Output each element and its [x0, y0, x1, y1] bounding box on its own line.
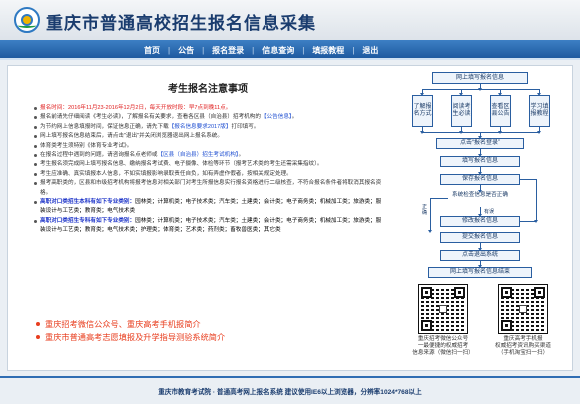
flow-connector	[520, 179, 536, 180]
phone-qr-caption: 重庆高考手机报 权威招考资讯购买渠道 （手机淘宝扫一扫）	[495, 336, 551, 356]
list-item: 报名时间：2016年11月23-2016年12月2日，每天开放时段：早7点到晚1…	[34, 104, 386, 113]
notice-text: 为节约网上信息填报时间，保证信息正确，请先下载	[40, 123, 169, 130]
flow-connector	[498, 89, 502, 96]
flow-label-error: 有误	[484, 209, 495, 215]
flow-connector	[537, 89, 541, 96]
announcement-link[interactable]: 【公告信息】	[261, 114, 292, 120]
flow-step-fill-info: 填写报名信息	[440, 156, 520, 167]
notice-list: 报名时间：2016年11月23-2016年12月2日，每天开放时段：早7点到晚1…	[34, 104, 386, 236]
logo-wave-icon	[18, 23, 36, 28]
registration-time-value: 2016年11月23-2016年12月2日，每天开放时段：早7点到晚11点。	[67, 105, 232, 111]
category-heading: 高职对口类招生本科有如下专业类别：	[40, 199, 136, 206]
flow-step-check-notice: 查看区县公告	[490, 95, 511, 127]
content-panel: 考生报名注意事项 报名时间：2016年11月23-2016年12月2日，每天开放…	[7, 65, 573, 371]
phone-qr-code	[498, 284, 548, 334]
flow-connector	[430, 198, 448, 199]
notice-text: 在报名过程中遇到的问题，请咨询报名点老师或	[40, 152, 158, 159]
list-item: 网上填写报名信息结束后，请点击"退出"并关闭浏览器退出网上报名系统。	[34, 132, 386, 141]
footer-text: 重庆市教育考试院 · 普通高考网上报名系统 建议使用IE6以上浏览器，分辨率10…	[158, 389, 422, 396]
wechat-qr-code	[418, 284, 468, 334]
flow-connector	[537, 127, 541, 134]
list-item: 高职对口类招生本科有如下专业类别：园林类；计算机类；电子技术类；汽车类；土建类；…	[34, 198, 386, 217]
list-item: 体育类考生须特别《体育专业考试》。	[34, 142, 386, 151]
qr-finder-icon	[501, 287, 512, 298]
flow-step-read-guide: 阅读考生必读	[451, 95, 472, 127]
nav-home[interactable]: 首页	[136, 45, 168, 56]
notice-text: 。	[291, 114, 298, 121]
flow-connector	[478, 132, 482, 139]
flow-connector	[459, 89, 463, 96]
flow-connector	[420, 89, 424, 96]
flow-step-submit-info: 提交报名信息	[440, 232, 520, 243]
nav-exit[interactable]: 退出	[354, 45, 386, 56]
list-item: 考生应准确、真实填报本人信息，不如实填报影响录取责任自负，如有弄虚作假者，按相关…	[34, 170, 386, 179]
flow-step-learn-method: 了解报名方式	[412, 95, 433, 127]
flow-connector	[478, 207, 482, 217]
notice-text: 。	[238, 152, 245, 159]
flow-step-modify-info: 修改报名信息	[440, 216, 520, 227]
notice-title: 考生报名注意事项	[168, 84, 248, 95]
list-item: 为节约网上信息填报时间，保证信息正确，请先下载【报名信息要求2017版】打印填写…	[34, 123, 386, 132]
flow-connector	[478, 84, 482, 91]
list-item: 考生报名须完成网上填写报名信息、缴纳报名考试费、电子摄像、体检等环节（报考艺术类…	[34, 160, 386, 169]
nav-tutorial[interactable]: 填报教程	[304, 45, 352, 56]
flow-step-exit-system: 点击退出系统	[440, 250, 520, 261]
flow-connector	[422, 132, 540, 133]
list-item: 高职对口类招生专科有如下专业类别：园林类；计算机类；电子技术类；汽车类；土建类；…	[34, 217, 386, 236]
flow-label-correct: 正确	[422, 204, 428, 216]
nav-query[interactable]: 信息查询	[254, 45, 302, 56]
list-item: 报考高职类的，区县和市级招考机构将报考信息对相关部门对考生所报信息实行报名资格进…	[34, 179, 386, 198]
list-item: 报名前请先仔细阅读《考生必读》，了解报名有关要求，查看各区县（自治县）招考机构的…	[34, 113, 386, 122]
qr-finder-icon	[421, 287, 432, 298]
list-item: 在报名过程中遇到的问题，请咨询报名点老师或【区县（自治县）招生考试机构】。	[34, 151, 386, 160]
registration-time-label: 报名时间：	[40, 105, 68, 111]
site-title: 重庆市普通高校招生报名信息采集	[46, 14, 316, 34]
flow-step-finish: 网上填写报名信息结束	[428, 267, 532, 278]
flow-connector	[478, 149, 482, 157]
wechat-qr-caption: 重庆招考微信公众号 一最便捷的权威招考 信息来源（微信扫一扫）	[412, 336, 474, 356]
flow-connector	[478, 243, 482, 251]
flow-connector	[498, 127, 502, 134]
flow-step-online-fill: 网上填写报名信息	[432, 72, 528, 84]
main-nav: 首页 | 公告 | 报名登录 | 信息查询 | 填报教程 | 退出	[0, 40, 580, 60]
volunteer-system-link[interactable]: 重庆市普通高考志愿填报及升学指导测验系统简介	[36, 331, 225, 344]
notice-text: 报名前请先仔细阅读《考生必读》，了解报名有关要求，查看各区县（自治县）招考机构的	[40, 114, 261, 121]
flow-step-click-login: 点击“报名登录”	[436, 138, 524, 149]
qr-wechat-block: 重庆招考微信公众号 一最便捷的权威招考 信息来源（微信扫一扫）	[408, 284, 478, 357]
nav-login[interactable]: 报名登录	[204, 45, 252, 56]
registration-flowchart: 网上填写报名信息 了解报名方式 阅读考生必读 查看区县公告 学习填报教程 点击“…	[408, 68, 568, 278]
qr-finder-icon	[454, 287, 465, 298]
flow-connector	[534, 179, 538, 223]
exam-office-link[interactable]: 【区县（自治县）招生考试机构】	[157, 152, 238, 158]
form-download-link[interactable]: 【报名信息要求2017版】	[169, 124, 232, 130]
category-heading: 高职对口类招生专科有如下专业类别：	[40, 217, 136, 224]
flow-connector	[459, 127, 463, 134]
flow-connector	[478, 167, 482, 175]
bottom-links: 重庆招考微信公众号、重庆高考手机报简介 重庆市普通高考志愿填报及升学指导测验系统…	[36, 318, 225, 344]
page-footer: 重庆市教育考试院 · 普通高考网上报名系统 建议使用IE6以上浏览器，分辨率10…	[0, 376, 580, 404]
nav-announcement[interactable]: 公告	[170, 45, 202, 56]
qr-logo-icon	[439, 305, 447, 313]
flow-connector	[420, 127, 424, 134]
flow-connector	[478, 185, 482, 193]
flow-decision-check: 系统检查信息是否正确	[452, 192, 508, 198]
footer-divider	[0, 376, 580, 378]
flow-connector	[428, 198, 432, 233]
qr-logo-icon	[519, 305, 527, 313]
site-logo	[14, 7, 40, 33]
qr-phone-block: 重庆高考手机报 权威招考资讯购买渠道 （手机淘宝扫一扫）	[488, 284, 558, 357]
page-header: 重庆市普通高校招生报名信息采集	[0, 0, 580, 40]
wechat-intro-link[interactable]: 重庆招考微信公众号、重庆高考手机报简介	[36, 318, 225, 331]
qr-finder-icon	[501, 320, 512, 331]
notice-text: 打印填写。	[231, 123, 260, 130]
qr-finder-icon	[534, 287, 545, 298]
flow-step-tutorial: 学习填报教程	[529, 95, 550, 127]
flow-connector	[478, 261, 482, 268]
flow-step-save-info: 保存报名信息	[440, 174, 520, 185]
qr-finder-icon	[421, 320, 432, 331]
